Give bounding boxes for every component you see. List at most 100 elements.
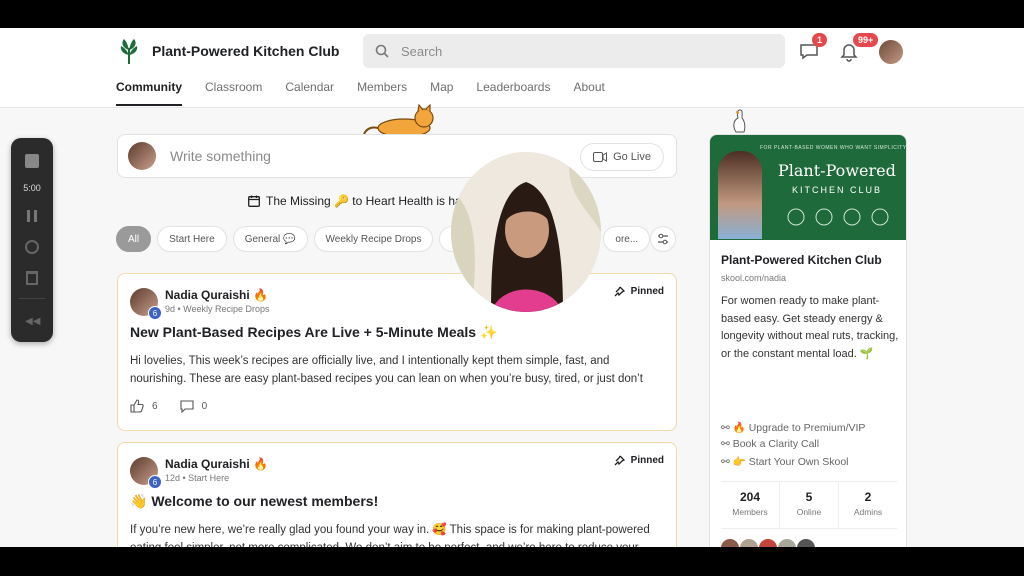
search-bar[interactable] xyxy=(363,34,785,68)
member-avatar[interactable] xyxy=(778,539,796,547)
go-live-button[interactable]: Go Live xyxy=(580,143,664,171)
member-avatar[interactable] xyxy=(721,539,739,547)
banner-title: Plant-Powered xyxy=(778,161,896,180)
goose-illustration-icon xyxy=(733,109,746,133)
chip-weekly-recipe-drops[interactable]: Weekly Recipe Drops xyxy=(313,226,434,252)
pin-icon xyxy=(614,455,625,466)
link-clarity-call[interactable]: ⚯ Book a Clarity Call xyxy=(721,438,819,450)
banner-subtitle: KITCHEN CLUB xyxy=(792,185,883,195)
comment-count: 0 xyxy=(201,400,208,412)
video-camera-icon xyxy=(593,152,608,162)
level-badge: 6 xyxy=(148,475,162,489)
tab-leaderboards[interactable]: Leaderboards xyxy=(476,80,550,106)
online-count: 5 xyxy=(805,490,813,504)
brand-name: Plant-Powered Kitchen Club xyxy=(152,43,340,59)
link-start-skool-label: 👉 Start Your Own Skool xyxy=(732,456,849,468)
recording-timer: 5:00 xyxy=(23,183,41,193)
user-avatar[interactable] xyxy=(879,40,903,64)
level-badge: 6 xyxy=(148,306,162,320)
sliders-icon xyxy=(658,233,668,245)
members-label: Members xyxy=(732,507,768,517)
post-title[interactable]: 👋 Welcome to our newest members! xyxy=(130,493,378,510)
top-bar: Plant-Powered Kitchen Club ⇕ 1 99+ Commu… xyxy=(0,28,1024,108)
tab-classroom[interactable]: Classroom xyxy=(205,80,262,106)
search-icon xyxy=(375,44,389,58)
community-stats: 204 Members 5 Online 2 Admins xyxy=(721,481,897,529)
collapse-icon[interactable]: ◀◀ xyxy=(25,316,40,327)
pinned-label: Pinned xyxy=(630,286,664,297)
like-count: 6 xyxy=(152,400,158,412)
community-description: For women ready to make plant-based easy… xyxy=(721,295,899,360)
notification-badge: 99+ xyxy=(853,33,879,47)
member-avatar[interactable] xyxy=(797,539,815,547)
online-label: Online xyxy=(796,507,822,517)
restart-icon[interactable] xyxy=(25,240,39,254)
like-icon[interactable] xyxy=(130,399,144,413)
event-notice[interactable]: The Missing 🔑 to Heart Health is ha xyxy=(248,194,462,208)
tab-about[interactable]: About xyxy=(573,80,604,106)
link-clarity-call-label: Book a Clarity Call xyxy=(732,438,820,450)
members-count: 204 xyxy=(739,490,761,504)
pinned-indicator: Pinned xyxy=(614,286,664,297)
tab-calendar[interactable]: Calendar xyxy=(285,80,334,106)
admins-label: Admins xyxy=(853,507,883,517)
link-start-skool[interactable]: ⚯ 👉 Start Your Own Skool xyxy=(721,455,849,468)
community-banner[interactable]: FOR PLANT-BASED WOMEN WHO WANT SIMPLICIT… xyxy=(710,135,907,240)
calendar-icon xyxy=(248,195,260,207)
go-live-label: Go Live xyxy=(613,151,651,163)
chip-all[interactable]: All xyxy=(116,226,152,252)
post-meta: 9d • Weekly Recipe Drops xyxy=(165,304,270,314)
community-name: Plant-Powered Kitchen Club xyxy=(721,253,882,267)
stat-online[interactable]: 5 Online xyxy=(780,482,839,528)
pause-icon[interactable] xyxy=(27,210,30,222)
chip-general[interactable]: General 💬 xyxy=(232,226,308,252)
community-url[interactable]: skool.com/nadia xyxy=(721,273,786,283)
filter-settings-button[interactable] xyxy=(650,226,676,252)
post-author[interactable]: Nadia Quraishi 🔥 xyxy=(165,288,268,302)
tab-members[interactable]: Members xyxy=(357,80,407,106)
post-card[interactable]: 6 Nadia Quraishi 🔥 9d • Weekly Recipe Dr… xyxy=(117,273,677,431)
stat-admins[interactable]: 2 Admins xyxy=(839,482,897,528)
member-avatars xyxy=(721,539,815,547)
banner-icons xyxy=(787,208,889,226)
link-upgrade-label: 🔥 Upgrade to Premium/VIP xyxy=(732,422,866,434)
composer-avatar xyxy=(128,142,156,170)
banner-tag: FOR PLANT-BASED WOMEN WHO WANT SIMPLICIT… xyxy=(760,145,907,151)
pin-icon xyxy=(614,286,625,297)
nav-tabs: Community Classroom Calendar Members Map… xyxy=(116,80,628,106)
post-body: If you’re new here, we’re really glad yo… xyxy=(130,524,650,547)
banner-photo xyxy=(718,151,762,239)
member-avatar[interactable] xyxy=(740,539,758,547)
link-upgrade[interactable]: ⚯ 🔥 Upgrade to Premium/VIP xyxy=(721,421,865,434)
post-author[interactable]: Nadia Quraishi 🔥 xyxy=(165,457,268,471)
post-body: Hi lovelies, This week’s recipes are off… xyxy=(130,355,643,385)
pinned-label: Pinned xyxy=(630,455,664,466)
chip-more[interactable]: ore... xyxy=(603,226,651,252)
brand[interactable]: Plant-Powered Kitchen Club ⇕ xyxy=(118,38,373,64)
comment-icon[interactable] xyxy=(180,399,194,413)
leaf-logo-icon xyxy=(120,39,138,64)
stat-members[interactable]: 204 Members xyxy=(721,482,780,528)
chip-start-here[interactable]: Start Here xyxy=(157,226,227,252)
post-composer[interactable]: Write something Go Live xyxy=(117,134,677,178)
tab-community[interactable]: Community xyxy=(116,80,182,106)
stop-record-button[interactable] xyxy=(25,154,39,168)
post-card[interactable]: 6 Nadia Quraishi 🔥 12d • Start Here Pinn… xyxy=(117,442,677,547)
post-meta: 12d • Start Here xyxy=(165,473,230,483)
app-frame: Plant-Powered Kitchen Club ⇕ 1 99+ Commu… xyxy=(0,28,1024,547)
notice-text: The Missing 🔑 to Heart Health is ha xyxy=(266,194,462,208)
composer-placeholder: Write something xyxy=(170,148,271,164)
admins-count: 2 xyxy=(864,490,872,504)
post-title[interactable]: New Plant-Based Recipes Are Live + 5-Min… xyxy=(130,324,497,341)
webcam-person-icon xyxy=(451,152,601,312)
chat-badge: 1 xyxy=(812,33,828,47)
recording-toolbar: 5:00 ◀◀ xyxy=(11,138,53,342)
community-sidebar: FOR PLANT-BASED WOMEN WHO WANT SIMPLICIT… xyxy=(709,134,907,547)
pinned-indicator: Pinned xyxy=(614,455,664,466)
tab-map[interactable]: Map xyxy=(430,80,453,106)
post-stats: 6 0 xyxy=(130,399,207,413)
search-input[interactable] xyxy=(401,43,761,59)
member-avatar[interactable] xyxy=(759,539,777,547)
trash-icon[interactable] xyxy=(26,271,38,285)
webcam-overlay[interactable] xyxy=(451,152,601,312)
